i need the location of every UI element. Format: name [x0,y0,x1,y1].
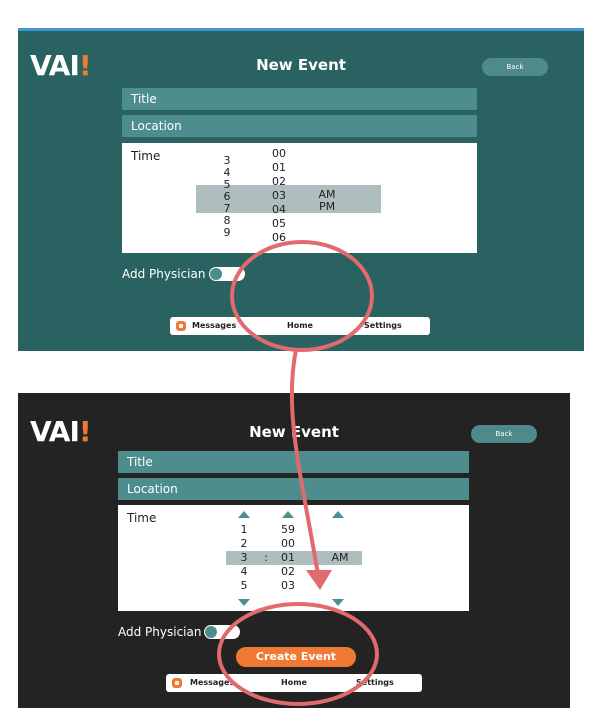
tab-settings[interactable]: Settings [356,674,394,692]
minute-column[interactable]: 59 00 01 02 03 [278,523,298,593]
minute-up-arrow-icon[interactable] [282,511,294,518]
time-picker[interactable]: Time 3 4 5 6 7 8 9 00 01 02 03 04 05 06 … [122,143,477,253]
create-event-button[interactable]: Create Event [236,647,356,667]
tab-settings[interactable]: Settings [364,317,402,335]
hour-column[interactable]: 3 4 5 6 7 8 9 [220,155,234,239]
time-label: Time [127,511,157,525]
minute-column[interactable]: 00 01 02 03 04 05 06 [269,147,289,245]
hour-column[interactable]: 1 2 3 4 5 [238,523,250,593]
ampm-column[interactable]: AM PM [316,189,338,213]
tab-home[interactable]: Home [287,317,313,335]
time-separator: : [264,551,268,564]
location-field[interactable]: Location [118,478,469,500]
ampm-column[interactable]: AM [330,551,350,565]
messages-icon [172,678,182,688]
ampm-down-arrow-icon[interactable] [332,599,344,606]
hour-down-arrow-icon[interactable] [238,599,250,606]
title-field[interactable]: Title [118,451,469,473]
add-physician-toggle[interactable] [204,625,240,639]
add-physician-label: Add Physician [118,625,202,639]
top-screen: VAI! New Event Back Title Location Time … [18,28,584,351]
tab-bar: Messages Home Settings [170,317,430,335]
tab-messages[interactable]: Messages [192,317,236,335]
ampm-up-arrow-icon[interactable] [332,511,344,518]
tab-bar: Messages Home Settings [166,674,422,692]
back-button[interactable]: Back [471,425,537,443]
time-label: Time [131,149,161,163]
add-physician-label: Add Physician [122,267,206,281]
location-field[interactable]: Location [122,115,477,137]
tab-messages[interactable]: Messages [190,674,234,692]
bottom-screen: VAI! New Event Back Title Location Time … [18,393,570,708]
add-physician-toggle[interactable] [209,267,245,281]
hour-up-arrow-icon[interactable] [238,511,250,518]
title-field[interactable]: Title [122,88,477,110]
tab-home[interactable]: Home [281,674,307,692]
back-button[interactable]: Back [482,58,548,76]
messages-icon [176,321,186,331]
time-picker[interactable]: Time 1 2 3 4 5 : 59 00 01 02 03 AM [118,505,469,611]
